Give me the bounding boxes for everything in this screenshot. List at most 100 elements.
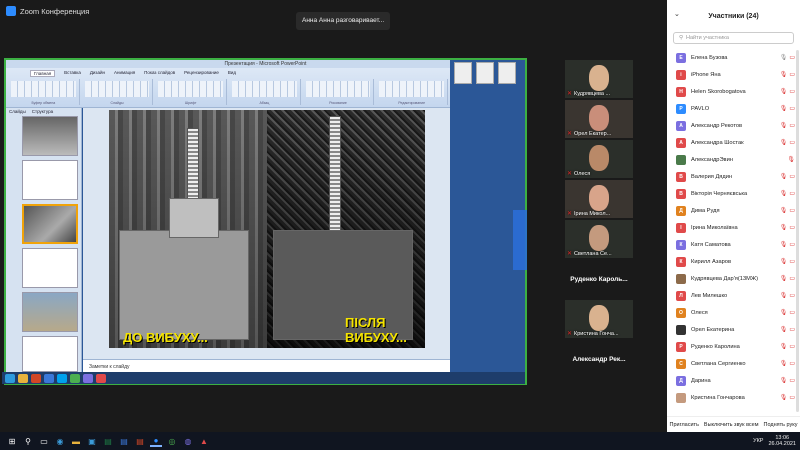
- powerpoint-ribbon[interactable]: Главная Вставка Дизайн Анимация Показ слайдо…: [6, 68, 450, 108]
- task-view-icon[interactable]: ▭: [38, 435, 50, 447]
- slide-thumbnail-selected[interactable]: [22, 204, 78, 244]
- muted-mic-icon[interactable]: 🎙: [787, 156, 795, 163]
- quick-links[interactable]: [450, 60, 525, 90]
- windows-start-icon[interactable]: ⊞: [6, 435, 18, 447]
- video-off-icon[interactable]: ▭: [789, 224, 795, 231]
- slides-pane[interactable]: Слайды Структура: [6, 108, 82, 375]
- participant-row[interactable]: Орел Екатерина 🎙 ▭: [667, 321, 800, 338]
- muted-mic-icon[interactable]: 🎙: [780, 71, 788, 78]
- participant-row[interactable]: P PAVLO 🎙 ▭: [667, 100, 800, 117]
- video-off-icon[interactable]: ▭: [789, 173, 795, 180]
- mute-all-button[interactable]: Выключить звук всем: [704, 422, 759, 428]
- participant-row[interactable]: О Олеся 🎙 ▭: [667, 304, 800, 321]
- share-scrollbar[interactable]: [513, 210, 527, 270]
- slide-thumbnail[interactable]: [22, 116, 78, 156]
- video-tile[interactable]: ✕ Орел Екатер...: [565, 100, 633, 138]
- slide-thumbnail[interactable]: [22, 292, 78, 332]
- video-off-icon[interactable]: ▭: [789, 292, 795, 299]
- slide-thumbnail[interactable]: [22, 160, 78, 200]
- muted-mic-icon[interactable]: 🎙: [780, 343, 788, 350]
- video-gallery[interactable]: ✕ Кудрявцева ... ✕ Орел Екатер... ✕ Олеся ✕ Іри…: [565, 60, 635, 382]
- link-icon[interactable]: [454, 62, 472, 84]
- participant-row[interactable]: К Катя Саматова 🎙 ▭: [667, 236, 800, 253]
- ribbon-tab[interactable]: Рецензирование: [184, 70, 219, 77]
- participant-row[interactable]: Е Елена Бузова 🎙 ▭: [667, 49, 800, 66]
- ribbon-group[interactable]: Редактирование: [376, 79, 449, 105]
- video-tile[interactable]: ✕ Олеся: [565, 140, 633, 178]
- video-off-icon[interactable]: ▭: [789, 54, 795, 61]
- link-icon[interactable]: [476, 62, 494, 84]
- edge-icon[interactable]: ◉: [54, 435, 66, 447]
- muted-mic-icon[interactable]: 🎙: [780, 139, 788, 146]
- language-indicator[interactable]: УКР: [753, 438, 763, 444]
- muted-mic-icon[interactable]: 🎙: [780, 292, 788, 299]
- video-off-icon[interactable]: ▭: [789, 190, 795, 197]
- viber-icon[interactable]: ◍: [182, 435, 194, 447]
- muted-mic-icon[interactable]: 🎙: [780, 275, 788, 282]
- video-tile[interactable]: ✕ Светлана Се...: [565, 220, 633, 258]
- ribbon-group[interactable]: Слайды: [82, 79, 154, 105]
- slide-editor[interactable]: ДО ВИБУХУ... ПІСЛЯ ВИБУХУ...: [83, 108, 450, 359]
- excel-icon[interactable]: ▤: [102, 435, 114, 447]
- video-off-icon[interactable]: ▭: [789, 258, 795, 265]
- video-tile[interactable]: ✕ Ірина Микол...: [565, 180, 633, 218]
- ribbon-group[interactable]: Шрифт: [155, 79, 228, 105]
- name-tile[interactable]: Руденко Кароль...: [565, 260, 633, 298]
- video-off-icon[interactable]: ▭: [789, 207, 795, 214]
- name-tile[interactable]: Александр Рек...: [565, 340, 633, 378]
- ribbon-tab[interactable]: Анимация: [114, 70, 135, 77]
- video-off-icon[interactable]: ▭: [789, 88, 795, 95]
- participant-row[interactable]: В Валерия Дядин 🎙 ▭: [667, 168, 800, 185]
- video-off-icon[interactable]: ▭: [789, 377, 795, 384]
- muted-mic-icon[interactable]: 🎙: [780, 360, 788, 367]
- participant-row[interactable]: І Ірина Миколаївна 🎙 ▭: [667, 219, 800, 236]
- current-slide[interactable]: ДО ВИБУХУ... ПІСЛЯ ВИБУХУ...: [109, 110, 425, 348]
- invite-button[interactable]: Пригласить: [669, 422, 698, 428]
- raise-hand-button[interactable]: Поднять руку: [764, 422, 798, 428]
- store-icon[interactable]: ▣: [86, 435, 98, 447]
- participant-row[interactable]: Р Руденко Каролина 🎙 ▭: [667, 338, 800, 355]
- powerpoint-icon[interactable]: ▤: [134, 435, 146, 447]
- participant-row[interactable]: К Кирилл Азаров 🎙 ▭: [667, 253, 800, 270]
- video-off-icon[interactable]: ▭: [789, 241, 795, 248]
- muted-mic-icon[interactable]: 🎙: [780, 224, 788, 231]
- participants-list[interactable]: Е Елена Бузова 🎙 ▭ i iPhone Яна 🎙 ▭ H Helen Skoro…: [667, 49, 800, 406]
- video-off-icon[interactable]: ▭: [789, 360, 795, 367]
- ribbon-controls[interactable]: [158, 81, 224, 97]
- participant-row[interactable]: Кудрявцева Дар'я(13МЖ) 🎙 ▭: [667, 270, 800, 287]
- ribbon-tabs[interactable]: Главная Вставка Дизайн Анимация Показ слайдо…: [6, 68, 450, 77]
- video-off-icon[interactable]: ▭: [789, 71, 795, 78]
- word-icon[interactable]: ▤: [118, 435, 130, 447]
- folder-icon[interactable]: ▬: [70, 435, 82, 447]
- ribbon-tab[interactable]: Главная: [30, 70, 56, 77]
- ribbon-controls[interactable]: [232, 81, 297, 97]
- clock[interactable]: 13:06 26.04.2021: [768, 435, 796, 447]
- ribbon-groups[interactable]: Буфер обмена Слайды Шрифт Абзац Рисование Ред…: [8, 79, 449, 105]
- video-off-icon[interactable]: ▭: [789, 122, 795, 129]
- ribbon-group[interactable]: Буфер обмена: [8, 79, 80, 105]
- video-off-icon[interactable]: ▭: [789, 275, 795, 282]
- participant-row[interactable]: Д Дима Рудя 🎙 ▭: [667, 202, 800, 219]
- participant-row[interactable]: А Александра Шостак 🎙 ▭: [667, 134, 800, 151]
- video-off-icon[interactable]: ▭: [789, 326, 795, 333]
- participant-row[interactable]: АлександрЭвин 🎙: [667, 151, 800, 168]
- ribbon-tab[interactable]: Вставка: [64, 70, 81, 77]
- mic-icon[interactable]: 🎙: [780, 54, 788, 61]
- muted-mic-icon[interactable]: 🎙: [780, 258, 788, 265]
- ribbon-controls[interactable]: [11, 81, 76, 97]
- participant-row[interactable]: Л Лев Милешко 🎙 ▭: [667, 287, 800, 304]
- ribbon-tab[interactable]: Дизайн: [90, 70, 105, 77]
- ribbon-group[interactable]: Абзац: [229, 79, 301, 105]
- chrome-icon[interactable]: ◎: [166, 435, 178, 447]
- shared-screen[interactable]: Презентация - Microsoft PowerPoint Главн…: [4, 58, 527, 385]
- video-off-icon[interactable]: ▭: [789, 105, 795, 112]
- tab-outline[interactable]: Структура: [29, 108, 56, 115]
- muted-mic-icon[interactable]: 🎙: [780, 309, 788, 316]
- muted-mic-icon[interactable]: 🎙: [780, 173, 788, 180]
- scrollbar[interactable]: [796, 50, 799, 412]
- video-off-icon[interactable]: ▭: [789, 309, 795, 316]
- participant-row[interactable]: С Светлана Сергиенко 🎙 ▭: [667, 355, 800, 372]
- muted-mic-icon[interactable]: 🎙: [780, 122, 788, 129]
- video-off-icon[interactable]: ▭: [789, 343, 795, 350]
- participant-row[interactable]: А Александр Рекотов 🎙 ▭: [667, 117, 800, 134]
